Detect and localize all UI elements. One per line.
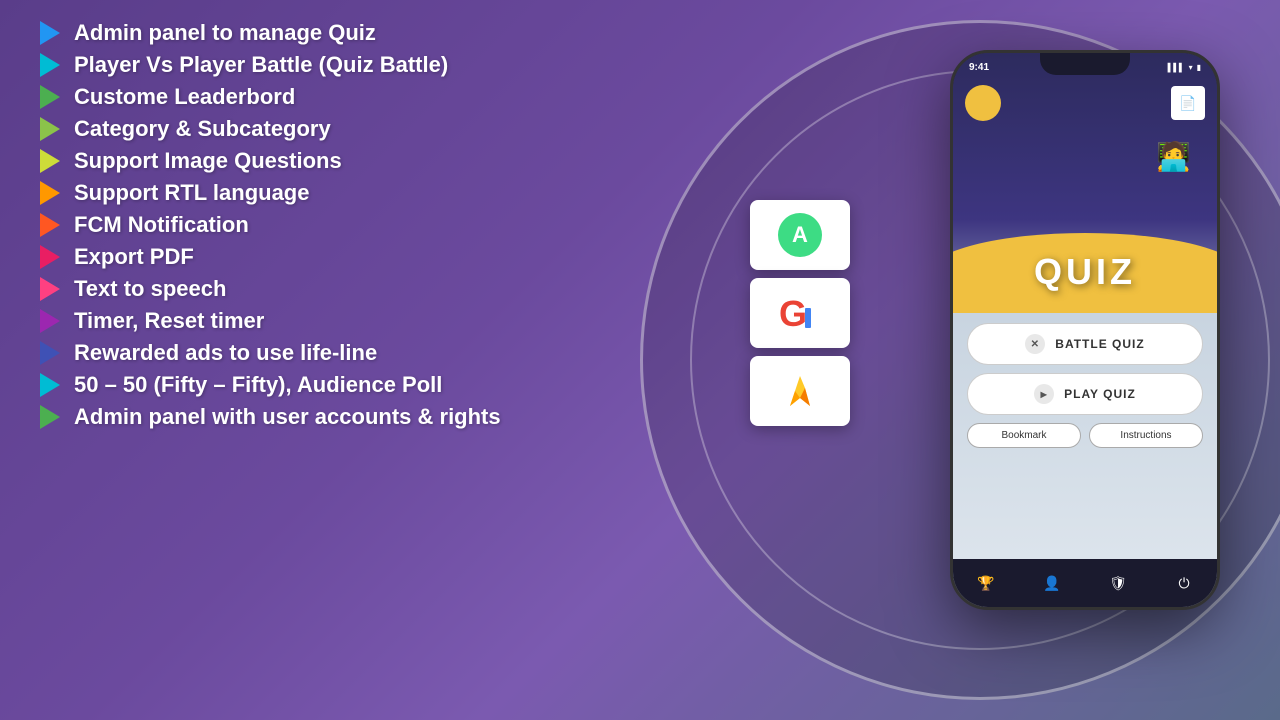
feature-text: Export PDF bbox=[74, 244, 194, 270]
feature-item-9: Text to speech bbox=[40, 276, 501, 302]
status-icons: ▌▌▌ ▾ ▮ bbox=[1168, 63, 1201, 72]
quiz-header-area: 📄 🧑‍💻 QUIZ bbox=[953, 53, 1217, 313]
shield-nav-icon[interactable]: 🛡 bbox=[1104, 569, 1132, 597]
feature-item-5: Support Image Questions bbox=[40, 148, 501, 174]
phone-screen: 9:41 ▌▌▌ ▾ ▮ 📄 🧑‍💻 QUIZ bbox=[953, 53, 1217, 607]
tech-cards: A G bbox=[750, 200, 850, 426]
phone-frame: 9:41 ▌▌▌ ▾ ▮ 📄 🧑‍💻 QUIZ bbox=[950, 50, 1220, 610]
svg-text:A: A bbox=[792, 222, 808, 247]
feature-text: Admin panel to manage Quiz bbox=[74, 20, 376, 46]
feature-arrow-icon bbox=[40, 21, 60, 45]
secondary-buttons: Bookmark Instructions bbox=[967, 423, 1203, 448]
feature-text: Support RTL language bbox=[74, 180, 309, 206]
wifi-icon: ▾ bbox=[1189, 63, 1193, 72]
android-logo-card: A bbox=[750, 200, 850, 270]
feature-text: Player Vs Player Battle (Quiz Battle) bbox=[74, 52, 448, 78]
quiz-top-icons: 📄 🧑‍💻 bbox=[965, 85, 1205, 121]
character-icon: 🧑‍💻 bbox=[1156, 140, 1191, 173]
bookmark-button[interactable]: Bookmark bbox=[967, 423, 1081, 448]
feature-text: 50 – 50 (Fifty – Fifty), Audience Poll bbox=[74, 372, 442, 398]
feature-item-1: Admin panel to manage Quiz bbox=[40, 20, 501, 46]
feature-text: Text to speech bbox=[74, 276, 226, 302]
quiz-title-area: QUIZ bbox=[953, 251, 1217, 293]
feature-item-10: Timer, Reset timer bbox=[40, 308, 501, 334]
feature-text: Timer, Reset timer bbox=[74, 308, 264, 334]
feature-arrow-icon bbox=[40, 277, 60, 301]
play-quiz-button[interactable]: ▶ PLAY QUIZ bbox=[967, 373, 1203, 415]
feature-text: FCM Notification bbox=[74, 212, 249, 238]
quiz-title: QUIZ bbox=[1034, 251, 1136, 292]
google-logo-card: G bbox=[750, 278, 850, 348]
play-icon: ▶ bbox=[1034, 384, 1054, 404]
signal-icon: ▌▌▌ bbox=[1168, 63, 1185, 72]
feature-text: Custome Leaderbord bbox=[74, 84, 295, 110]
feature-item-13: Admin panel with user accounts & rights bbox=[40, 404, 501, 430]
feature-arrow-icon bbox=[40, 309, 60, 333]
feature-item-11: Rewarded ads to use life-line bbox=[40, 340, 501, 366]
play-quiz-label: PLAY QUIZ bbox=[1064, 387, 1136, 401]
feature-arrow-icon bbox=[40, 53, 60, 77]
feature-arrow-icon bbox=[40, 405, 60, 429]
feature-arrow-icon bbox=[40, 85, 60, 109]
instructions-button[interactable]: Instructions bbox=[1089, 423, 1203, 448]
phone-bottom-content: ✕ BATTLE QUIZ ▶ PLAY QUIZ Bookmark Instr… bbox=[953, 313, 1217, 559]
phone-nav-bar: 🏆 👤 🛡 ⏻ bbox=[953, 559, 1217, 607]
feature-item-12: 50 – 50 (Fifty – Fifty), Audience Poll bbox=[40, 372, 501, 398]
feature-text: Category & Subcategory bbox=[74, 116, 331, 142]
feature-text: Support Image Questions bbox=[74, 148, 342, 174]
sun-icon bbox=[965, 85, 1001, 121]
power-nav-icon[interactable]: ⏻ bbox=[1170, 569, 1198, 597]
feature-arrow-icon bbox=[40, 341, 60, 365]
feature-list: Admin panel to manage Quiz Player Vs Play… bbox=[40, 20, 501, 430]
trophy-nav-icon[interactable]: 🏆 bbox=[972, 569, 1000, 597]
feature-arrow-icon bbox=[40, 149, 60, 173]
phone-container: 9:41 ▌▌▌ ▾ ▮ 📄 🧑‍💻 QUIZ bbox=[950, 50, 1220, 610]
profile-nav-icon[interactable]: 👤 bbox=[1038, 569, 1066, 597]
feature-arrow-icon bbox=[40, 181, 60, 205]
status-time: 9:41 bbox=[969, 62, 989, 73]
feature-item-4: Category & Subcategory bbox=[40, 116, 501, 142]
feature-item-8: Export PDF bbox=[40, 244, 501, 270]
battery-icon: ▮ bbox=[1197, 63, 1201, 72]
battle-icon: ✕ bbox=[1025, 334, 1045, 354]
svg-text:G: G bbox=[779, 293, 807, 334]
feature-arrow-icon bbox=[40, 213, 60, 237]
battle-quiz-button[interactable]: ✕ BATTLE QUIZ bbox=[967, 323, 1203, 365]
document-icon: 📄 bbox=[1171, 86, 1205, 120]
battle-quiz-label: BATTLE QUIZ bbox=[1055, 337, 1144, 351]
feature-arrow-icon bbox=[40, 245, 60, 269]
feature-arrow-icon bbox=[40, 373, 60, 397]
feature-item-6: Support RTL language bbox=[40, 180, 501, 206]
feature-text: Rewarded ads to use life-line bbox=[74, 340, 377, 366]
phone-notch bbox=[1040, 53, 1130, 75]
firebase-logo-card bbox=[750, 356, 850, 426]
feature-item-2: Player Vs Player Battle (Quiz Battle) bbox=[40, 52, 501, 78]
feature-item-7: FCM Notification bbox=[40, 212, 501, 238]
feature-text: Admin panel with user accounts & rights bbox=[74, 404, 501, 430]
feature-item-3: Custome Leaderbord bbox=[40, 84, 501, 110]
feature-arrow-icon bbox=[40, 117, 60, 141]
